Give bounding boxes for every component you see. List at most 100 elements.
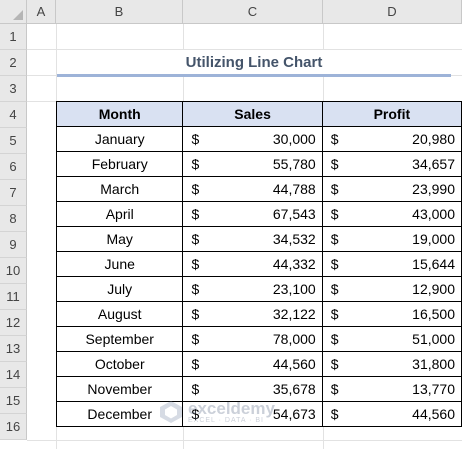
sales-value: 35,678 <box>272 381 316 397</box>
column-header-a[interactable]: A <box>27 0 56 24</box>
row-header[interactable]: 5 <box>0 128 27 154</box>
row-header[interactable]: 2 <box>0 50 27 76</box>
currency-symbol: $ <box>191 331 200 347</box>
month-cell[interactable]: December <box>55 401 184 427</box>
month-cell[interactable]: June <box>55 251 184 277</box>
month-cell[interactable]: April <box>55 201 184 227</box>
sales-cell[interactable]: $34,532 <box>182 226 323 252</box>
currency-symbol: $ <box>330 231 339 247</box>
profit-cell[interactable]: $12,900 <box>321 276 462 302</box>
sales-cell[interactable]: $35,678 <box>182 376 323 402</box>
month-cell[interactable]: July <box>55 276 184 302</box>
row-header[interactable]: 3 <box>0 76 27 102</box>
sales-cell[interactable]: $30,000 <box>182 126 323 152</box>
row-header[interactable]: 7 <box>0 180 27 206</box>
currency-symbol: $ <box>191 356 200 372</box>
table-body: January $30,000 $20,980 February $55,780 $34,… <box>55 126 462 427</box>
sales-cell[interactable]: $44,788 <box>182 176 323 202</box>
spreadsheet: A B C D 1 2 3 4 5 6 7 8 9 10 11 12 13 14 15 16 Utilizin… <box>0 0 462 449</box>
profit-cell[interactable]: $15,644 <box>321 251 462 277</box>
sales-value: 34,532 <box>272 231 316 247</box>
row-header[interactable]: 14 <box>0 362 27 388</box>
column-header-d[interactable]: D <box>323 0 462 24</box>
gridline <box>27 440 462 441</box>
month-cell[interactable]: March <box>55 176 184 202</box>
profit-value: 12,900 <box>412 281 455 297</box>
profit-cell[interactable]: $20,980 <box>321 126 462 152</box>
profit-value: 20,980 <box>412 131 455 147</box>
currency-symbol: $ <box>330 281 339 297</box>
sales-cell[interactable]: $32,122 <box>182 301 323 327</box>
sales-value: 30,000 <box>272 131 316 147</box>
profit-value: 51,000 <box>412 331 455 347</box>
sales-value: 55,780 <box>272 156 316 172</box>
title-underline <box>57 74 451 77</box>
sales-value: 23,100 <box>272 281 316 297</box>
header-sales[interactable]: Sales <box>182 101 323 127</box>
currency-symbol: $ <box>330 156 339 172</box>
row-header[interactable]: 1 <box>0 24 27 50</box>
row-header[interactable]: 6 <box>0 154 27 180</box>
select-all-corner[interactable] <box>0 0 27 24</box>
sales-cell[interactable]: $78,000 <box>182 326 323 352</box>
row-header[interactable]: 12 <box>0 310 27 336</box>
currency-symbol: $ <box>191 256 200 272</box>
profit-cell[interactable]: $13,770 <box>321 376 462 402</box>
sales-cell[interactable]: $23,100 <box>182 276 323 302</box>
month-cell[interactable]: August <box>55 301 184 327</box>
profit-cell[interactable]: $16,500 <box>321 301 462 327</box>
month-cell[interactable]: September <box>55 326 184 352</box>
sales-value: 44,560 <box>272 356 316 372</box>
month-cell[interactable]: May <box>55 226 184 252</box>
currency-symbol: $ <box>330 356 339 372</box>
profit-value: 23,990 <box>412 181 455 197</box>
table-row: February $55,780 $34,657 <box>55 151 462 177</box>
column-header-b[interactable]: B <box>56 0 183 24</box>
profit-cell[interactable]: $19,000 <box>321 226 462 252</box>
sales-cell[interactable]: $44,560 <box>182 351 323 377</box>
currency-symbol: $ <box>191 131 200 147</box>
row-header[interactable]: 13 <box>0 336 27 362</box>
table-row: July $23,100 $12,900 <box>55 276 462 302</box>
sales-cell[interactable]: $55,780 <box>182 151 323 177</box>
header-month[interactable]: Month <box>55 101 184 127</box>
row-header[interactable]: 8 <box>0 206 27 232</box>
sales-cell[interactable]: $54,673 <box>182 401 323 427</box>
sheet-title[interactable]: Utilizing Line Chart <box>57 50 451 74</box>
month-cell[interactable]: January <box>55 126 184 152</box>
profit-cell[interactable]: $34,657 <box>321 151 462 177</box>
profit-cell[interactable]: $23,990 <box>321 176 462 202</box>
profit-value: 44,560 <box>412 406 455 422</box>
profit-cell[interactable]: $31,800 <box>321 351 462 377</box>
month-cell[interactable]: November <box>55 376 184 402</box>
column-header-c[interactable]: C <box>183 0 323 24</box>
table-row: November $35,678 $13,770 <box>55 376 462 402</box>
row-header[interactable]: 11 <box>0 284 27 310</box>
table-row: January $30,000 $20,980 <box>55 126 462 152</box>
currency-symbol: $ <box>330 206 339 222</box>
row-header[interactable]: 15 <box>0 388 27 414</box>
currency-symbol: $ <box>191 406 200 422</box>
sales-cell[interactable]: $44,332 <box>182 251 323 277</box>
currency-symbol: $ <box>330 406 339 422</box>
profit-cell[interactable]: $51,000 <box>321 326 462 352</box>
month-cell[interactable]: February <box>55 151 184 177</box>
table-header-row: Month Sales Profit <box>55 101 462 127</box>
row-header[interactable]: 4 <box>0 102 27 128</box>
row-header[interactable]: 9 <box>0 232 27 258</box>
profit-value: 13,770 <box>412 381 455 397</box>
currency-symbol: $ <box>191 206 200 222</box>
sales-value: 44,332 <box>272 256 316 272</box>
currency-symbol: $ <box>191 231 200 247</box>
sales-cell[interactable]: $67,543 <box>182 201 323 227</box>
profit-value: 34,657 <box>412 156 455 172</box>
profit-cell[interactable]: $43,000 <box>321 201 462 227</box>
header-profit[interactable]: Profit <box>321 101 462 127</box>
sales-value: 67,543 <box>272 206 316 222</box>
profit-value: 15,644 <box>412 256 455 272</box>
row-header[interactable]: 16 <box>0 414 27 440</box>
sales-value: 54,673 <box>272 406 316 422</box>
profit-cell[interactable]: $44,560 <box>321 401 462 427</box>
row-header[interactable]: 10 <box>0 258 27 284</box>
month-cell[interactable]: October <box>55 351 184 377</box>
